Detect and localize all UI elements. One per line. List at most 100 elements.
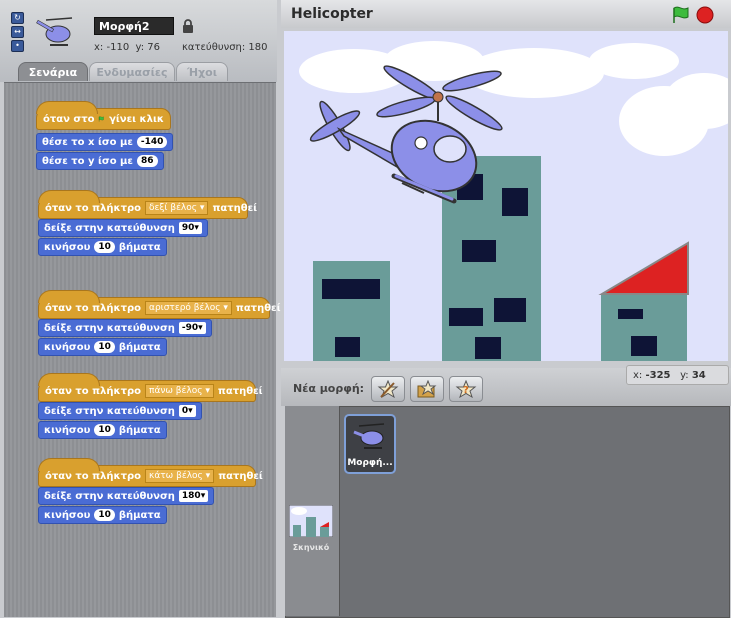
- block-text: δείξε στην κατεύθυνση: [44, 405, 175, 417]
- key-dropdown[interactable]: αριστερό βέλος ▾: [145, 301, 232, 315]
- mouse-coordinates: x: -325 y: 34: [626, 365, 729, 385]
- key-value: κάτω βέλος: [149, 471, 203, 481]
- key-value: αριστερό βέλος: [149, 303, 221, 313]
- number-input[interactable]: 10: [94, 509, 115, 521]
- when-flag-clicked-block[interactable]: όταν στο γίνει κλικ: [36, 101, 171, 130]
- point-direction-block[interactable]: δείξε στην κατεύθυνση 90▾: [38, 219, 208, 237]
- flip-left-right-icon[interactable]: ↔: [11, 26, 24, 38]
- key-dropdown[interactable]: δεξί βέλος ▾: [145, 201, 209, 215]
- hat-text: όταν το πλήκτρο: [45, 385, 142, 397]
- import-sprite-icon: [417, 380, 437, 398]
- random-sprite-icon: ?: [455, 380, 477, 398]
- move-steps-block[interactable]: κινήσου 10 βήματα: [38, 338, 167, 356]
- key-value: πάνω βέλος: [149, 386, 203, 396]
- when-key-pressed-block[interactable]: όταν το πλήκτρο κάτω βέλος ▾ πατηθεί: [38, 458, 263, 487]
- no-rotate-icon[interactable]: •: [11, 40, 24, 52]
- block-text: δείξε στην κατεύθυνση: [44, 322, 175, 334]
- sprite-thumbnail-selected[interactable]: Μορφή...: [344, 414, 396, 474]
- project-title: Helicopter: [291, 6, 373, 22]
- block-text: βήματα: [118, 509, 161, 521]
- tab-sounds[interactable]: Ήχοι: [176, 62, 228, 81]
- block-text: κινήσου: [44, 241, 91, 253]
- when-key-pressed-block[interactable]: όταν το πλήκτρο πάνω βέλος ▾ πατηθεί: [38, 373, 263, 402]
- new-sprite-label: Νέα μορφή:: [293, 382, 365, 395]
- hat-text: όταν στο: [43, 113, 95, 125]
- direction-value: 0: [181, 406, 189, 416]
- rotate-full-icon[interactable]: ↻: [11, 12, 24, 24]
- mouse-y-value: 34: [691, 370, 706, 381]
- lock-icon[interactable]: [182, 19, 194, 33]
- hat-text: πατηθεί: [217, 385, 263, 397]
- sprite-direction-label: κατεύθυνση:: [182, 42, 246, 53]
- hat-text: πατηθεί: [212, 202, 258, 214]
- paint-new-sprite-icon: [377, 380, 399, 398]
- mouse-y-label: y:: [680, 370, 689, 381]
- direction-dropdown[interactable]: 180▾: [178, 490, 209, 502]
- helicopter-thumbnail-icon: [353, 423, 385, 449]
- sprite-x-label: x:: [94, 42, 104, 53]
- sprite-direction: κατεύθυνση: 180: [182, 42, 268, 53]
- paint-new-sprite-button[interactable]: [371, 376, 405, 402]
- hat-text: πατηθεί: [235, 302, 281, 314]
- set-x-block[interactable]: θέσε το x ίσο με -140: [36, 133, 174, 151]
- number-input[interactable]: 86: [136, 155, 158, 167]
- block-text: κινήσου: [44, 509, 91, 521]
- key-dropdown[interactable]: κάτω βέλος ▾: [145, 469, 215, 483]
- mouse-x-value: -325: [645, 370, 671, 381]
- building-left: [313, 261, 390, 361]
- sprite-y-label: y:: [135, 42, 145, 53]
- direction-dropdown[interactable]: 90▾: [178, 222, 202, 234]
- number-input[interactable]: 10: [94, 241, 115, 253]
- block-text: δείξε στην κατεύθυνση: [44, 222, 175, 234]
- move-steps-block[interactable]: κινήσου 10 βήματα: [38, 238, 167, 256]
- direction-dropdown[interactable]: 0▾: [178, 405, 196, 417]
- block-text: κινήσου: [44, 341, 91, 353]
- number-input[interactable]: -140: [136, 136, 168, 148]
- green-flag-icon[interactable]: [670, 6, 690, 24]
- tab-costumes[interactable]: Ενδυμασίες: [89, 62, 175, 81]
- tab-scripts[interactable]: Σενάρια: [18, 62, 88, 81]
- stage-thumbnail-icon: [288, 504, 334, 538]
- stage-canvas[interactable]: [284, 31, 728, 361]
- point-direction-block[interactable]: δείξε στην κατεύθυνση 0▾: [38, 402, 202, 420]
- block-text: βήματα: [118, 341, 161, 353]
- hat-text: γίνει κλικ: [109, 113, 164, 125]
- number-input[interactable]: 10: [94, 424, 115, 436]
- sprite-coordinates: x: -110 y: 76: [94, 42, 160, 53]
- sprite-thumbnail-label: Μορφή...: [347, 458, 393, 468]
- sprite-direction-value: 180: [248, 42, 268, 53]
- point-direction-block[interactable]: δείξε στην κατεύθυνση -90▾: [38, 319, 212, 337]
- direction-value: -90: [181, 323, 199, 333]
- point-direction-block[interactable]: δείξε στην κατεύθυνση 180▾: [38, 487, 215, 505]
- direction-dropdown[interactable]: -90▾: [178, 322, 206, 334]
- stop-icon[interactable]: [696, 6, 714, 24]
- sprite-x-value: -110: [106, 42, 130, 53]
- move-steps-block[interactable]: κινήσου 10 βήματα: [38, 506, 167, 524]
- block-text: βήματα: [118, 424, 161, 436]
- import-sprite-button[interactable]: [410, 376, 444, 402]
- set-y-block[interactable]: θέσε το y ίσο με 86: [36, 152, 164, 170]
- block-text: δείξε στην κατεύθυνση: [44, 490, 175, 502]
- sprite-thumbnail-icon: [36, 17, 73, 46]
- when-key-pressed-block[interactable]: όταν το πλήκτρο δεξί βέλος ▾ πατηθεί: [38, 190, 257, 219]
- sprite-y-value: 76: [147, 42, 161, 53]
- key-value: δεξί βέλος: [149, 203, 198, 213]
- hat-text: όταν το πλήκτρο: [45, 202, 142, 214]
- block-text: θέσε το y ίσο με: [42, 155, 133, 167]
- stage-thumbnail-label: Σκηνικό: [292, 543, 330, 552]
- svg-text:?: ?: [463, 385, 469, 396]
- random-sprite-button[interactable]: ?: [449, 376, 483, 402]
- sprite-name-field[interactable]: Μορφή2: [94, 17, 174, 35]
- green-flag-icon: [99, 116, 105, 122]
- mouse-x-label: x:: [633, 370, 643, 381]
- direction-value: 180: [181, 491, 201, 501]
- move-steps-block[interactable]: κινήσου 10 βήματα: [38, 421, 167, 439]
- stage-thumbnail[interactable]: [288, 504, 334, 541]
- number-input[interactable]: 10: [94, 341, 115, 353]
- block-text: βήματα: [118, 241, 161, 253]
- block-text: κινήσου: [44, 424, 91, 436]
- block-text: θέσε το x ίσο με: [42, 136, 133, 148]
- key-dropdown[interactable]: πάνω βέλος ▾: [145, 384, 214, 398]
- when-key-pressed-block[interactable]: όταν το πλήκτρο αριστερό βέλος ▾ πατηθεί: [38, 290, 281, 319]
- hat-text: όταν το πλήκτρο: [45, 302, 142, 314]
